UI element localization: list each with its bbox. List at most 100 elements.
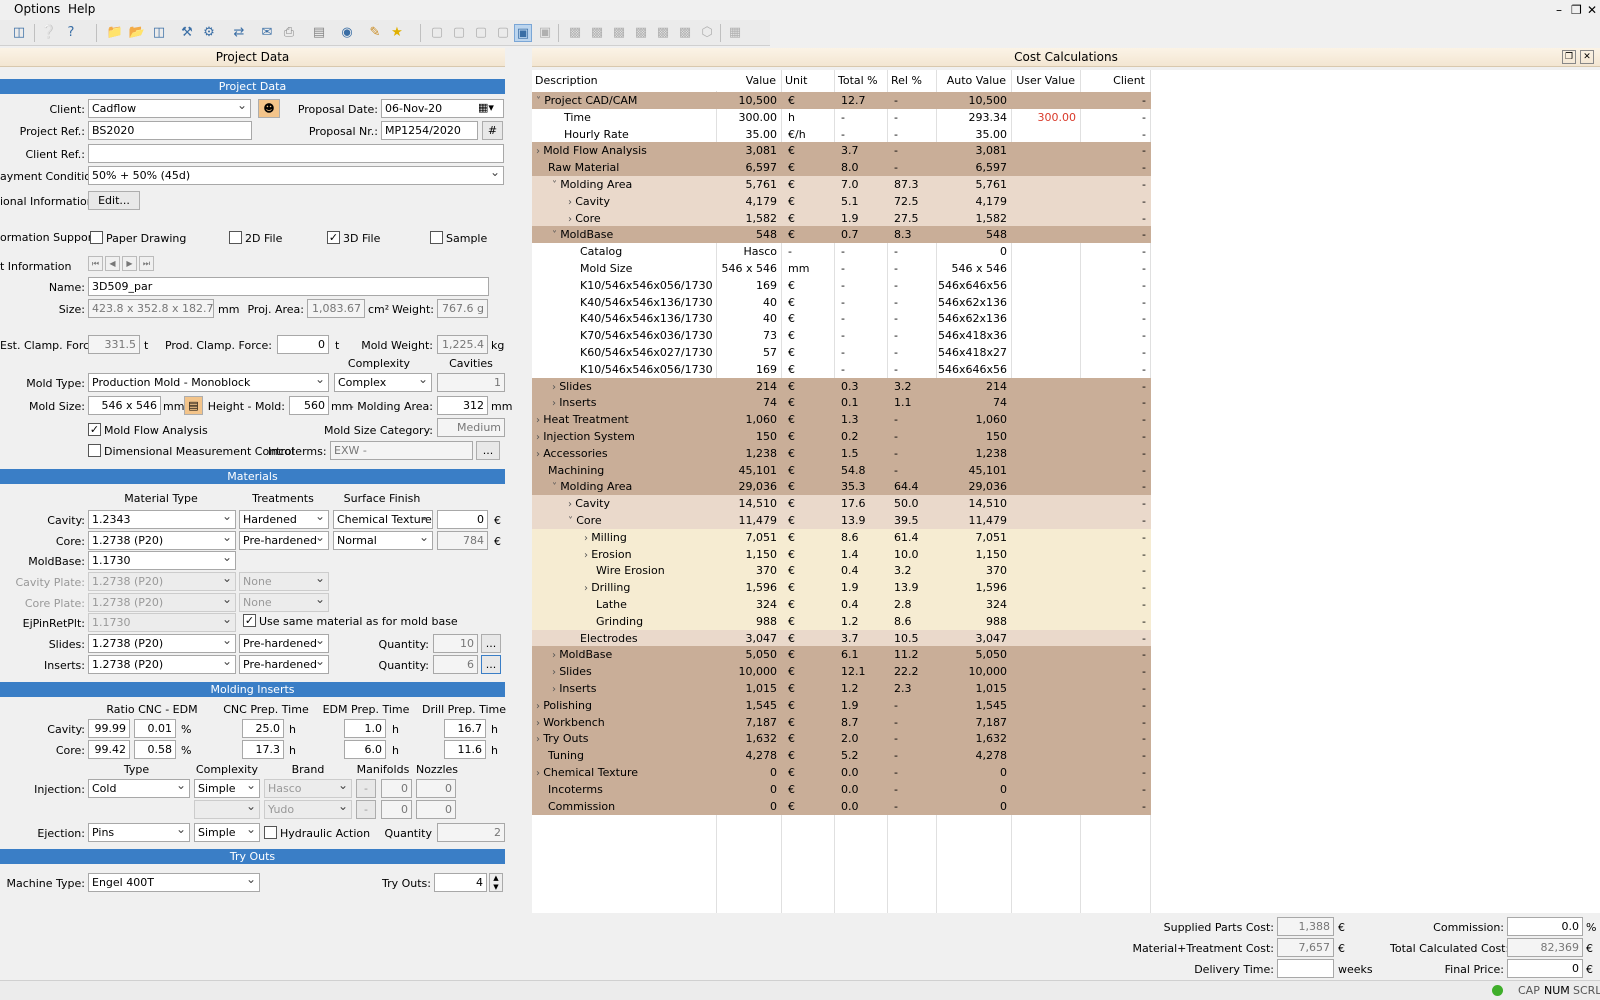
mold-flow-analysis-checkbox[interactable]: ✓ [88,423,101,436]
cost-cell-client[interactable]: - [1081,478,1151,495]
try-outs-field[interactable]: 4 [434,873,487,892]
proposal-nr-field[interactable]: MP1254/2020 [381,121,478,140]
cost-cell-client[interactable]: - [1081,243,1151,260]
core-surface-finish-select[interactable]: Normal [333,531,433,550]
cost-row[interactable]: Hourly Rate 35.00 €/h - - 35.00 - [532,126,1151,143]
cost-cell-client[interactable]: - [1081,428,1151,445]
cost-row[interactable]: › Erosion 1,150 €1.4 10.0 1,150 - [532,545,1151,563]
mi-cavity-cnc-ratio[interactable]: 99.99 [88,719,130,738]
cost-cell-user[interactable] [1012,193,1081,210]
3d-file-checkbox[interactable]: ✓ [327,231,340,244]
inserts-treatment-select[interactable]: Pre-hardened [239,655,329,674]
open-folder-icon[interactable]: 📁 [106,24,124,42]
cost-cell-client[interactable]: - [1081,512,1151,529]
mi-core-drill-time[interactable]: 11.6 [444,740,486,759]
collapse-icon[interactable]: ˅ [536,96,544,107]
cost-row[interactable]: Tuning 4,278 €5.2 - 4,278 - [532,747,1151,765]
cost-row[interactable]: ˅ Molding Area 29,036 €35.3 64.4 29,036 - [532,478,1151,496]
mold-type-select[interactable]: Production Mold - Monoblock [88,373,329,392]
cost-row[interactable]: K10/546x546x056/1730 169 € - - 546x646x56 - [532,277,1151,294]
cost-row[interactable]: Lathe 324 €0.4 2.8 324 - [532,596,1151,613]
sample-checkbox[interactable] [430,231,443,244]
dimensional-measurement-checkbox[interactable] [88,444,101,457]
cost-row[interactable]: › Inserts 1,015 €1.2 2.3 1,015 - [532,680,1151,697]
mold-size-field[interactable]: 546 x 546 [88,396,161,415]
fit-view-icon[interactable]: ▦ [726,24,744,42]
cost-row[interactable]: › Milling 7,051 €8.6 61.4 7,051 - [532,528,1151,546]
cost-cell-user[interactable] [1012,277,1081,294]
cost-cell-user[interactable] [1012,764,1081,781]
cost-row[interactable]: › Injection System 150 €0.2 - 150 - [532,428,1151,445]
cavity-surface-cost-field[interactable]: 0 [437,510,488,529]
view-3d-icon[interactable]: ▣ [536,24,554,42]
cost-cell-client[interactable]: - [1081,260,1151,277]
collapse-icon[interactable]: ˅ [552,180,560,191]
mi-core-cnc-ratio[interactable]: 99.42 [88,740,130,759]
part-name-field[interactable]: 3D509_par [88,277,489,296]
cost-cell-user[interactable] [1012,378,1081,395]
mold-complexity-select[interactable]: Complex [334,373,432,392]
cost-cell-client[interactable]: - [1081,193,1151,210]
cost-row[interactable]: K40/546x546x136/1730 40 € - - 546x62x136 - [532,294,1151,311]
inserts-material-select[interactable]: 1.2738 (P20) [88,655,236,674]
cost-row[interactable]: ˅ Molding Area 5,761 €7.0 87.3 5,761 - [532,176,1151,193]
cost-row[interactable]: › Slides 10,000 €12.1 22.2 10,000 - [532,663,1151,681]
view-iso-icon[interactable]: ▣ [514,24,532,42]
cost-row[interactable]: K10/546x546x056/1730 169 € - - 546x646x56 - [532,361,1151,378]
explode-icon[interactable]: ▩ [632,24,650,42]
print-icon[interactable]: ⎙ [280,24,298,42]
mi-cavity-drill-time[interactable]: 16.7 [444,719,486,738]
cost-row[interactable]: › Try Outs 1,632 €2.0 - 1,632 - [532,730,1151,748]
cost-cell-client[interactable]: - [1081,277,1151,294]
first-part-icon[interactable]: ⏮ [88,256,103,271]
restore-icon[interactable]: ❐ [1571,3,1582,17]
additional-info-edit-button[interactable]: Edit... [88,191,140,210]
cavity-surface-finish-select[interactable]: Chemical Texture [333,510,433,529]
cost-cell-client[interactable]: - [1081,210,1151,227]
incoterms-browse-button[interactable]: ... [476,441,500,460]
cost-cell-user[interactable] [1012,92,1081,109]
cost-cell-user[interactable] [1012,159,1081,176]
cost-cell-client[interactable]: - [1081,495,1151,512]
cost-row[interactable]: › Drilling 1,596 €1.9 13.9 1,596 - [532,579,1151,597]
ejection-type-select[interactable]: Pins [88,823,190,842]
cost-row[interactable]: › MoldBase 5,050 €6.1 11.2 5,050 - [532,646,1151,664]
cost-cell-user[interactable] [1012,663,1081,680]
panel-toggle-icon[interactable]: ◫ [10,24,28,42]
cost-cell-user[interactable] [1012,210,1081,227]
cost-cell-client[interactable]: - [1081,730,1151,747]
cost-cell-client[interactable]: - [1081,680,1151,697]
mi-cavity-edm-time[interactable]: 1.0 [344,719,386,738]
cost-row[interactable]: Catalog Hasco - - -0- [532,243,1151,260]
cost-cell-client[interactable]: - [1081,327,1151,344]
mi-cavity-edm-ratio[interactable]: 0.01 [134,719,176,738]
cost-cell-user[interactable] [1012,176,1081,193]
report-icon[interactable]: ▤ [310,24,328,42]
col-header-description[interactable]: Description [532,70,717,91]
cost-cell-client[interactable]: - [1081,226,1151,243]
cost-cell-user[interactable] [1012,142,1081,159]
col-header-user-value[interactable]: User Value [1012,70,1080,91]
cost-cell-client[interactable]: - [1081,714,1151,731]
wizard-icon[interactable]: ⚙ [200,24,218,42]
menu-options[interactable]: Options [14,2,60,16]
cost-cell-client[interactable]: - [1081,462,1151,479]
cost-cell-user[interactable] [1012,798,1081,815]
cost-cell-client[interactable]: - [1081,126,1151,143]
cost-cell-client[interactable]: - [1081,445,1151,462]
cost-cell-user[interactable] [1012,394,1081,411]
collapse-icon[interactable]: ˅ [568,516,576,527]
inserts-details-button[interactable]: ... [481,655,501,674]
cost-row[interactable]: ˅ MoldBase 548 €0.7 8.3 548 - [532,226,1151,244]
cost-cell-client[interactable]: - [1081,663,1151,680]
cost-row[interactable]: Incoterms 0 €0.0 - 0 - [532,780,1151,798]
injection-complexity-select[interactable]: Simple [194,779,260,798]
star-icon[interactable]: ★ [388,24,406,42]
close-icon[interactable]: ✕ [1587,3,1597,17]
ejection-complexity-select[interactable]: Simple [194,823,260,842]
shade-icon[interactable]: ▩ [566,24,584,42]
moldbase-material-select[interactable]: 1.1730 [88,551,236,570]
cost-cell-user[interactable] [1012,327,1081,344]
cost-row[interactable]: Commission 0 €0.0 - 0 - [532,797,1151,815]
cost-cell-client[interactable]: - [1081,764,1151,781]
